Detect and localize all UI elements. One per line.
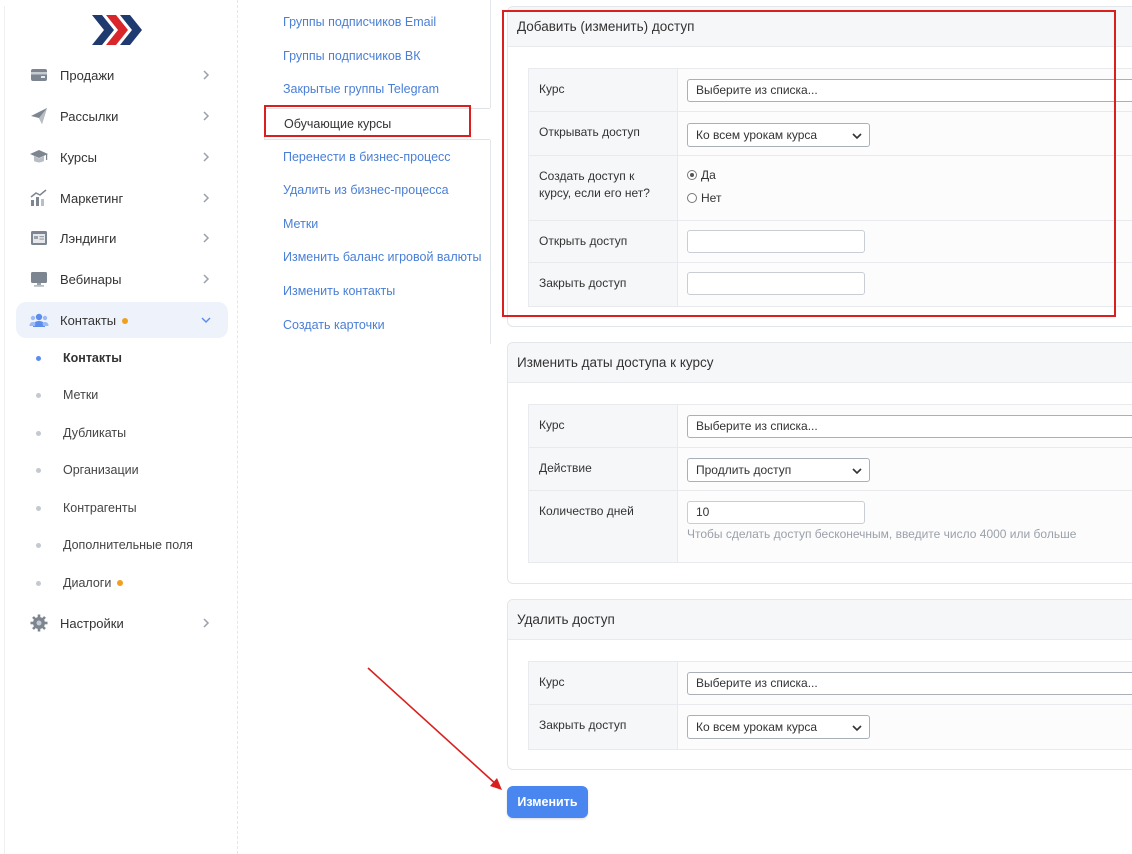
sidebar-item-contacts[interactable]: Контакты: [16, 302, 228, 338]
panel-title: Удалить доступ: [508, 600, 1132, 640]
sidebar-item-sales[interactable]: Продажи: [16, 57, 228, 93]
bullet-icon: [36, 542, 41, 548]
days-input[interactable]: 10: [687, 501, 865, 524]
form-row: Действие Продлить доступ: [529, 448, 1132, 491]
landing-page-icon: [29, 228, 49, 248]
monitor-icon: [29, 269, 49, 289]
chevron-right-icon: [203, 152, 210, 162]
sidebar-item-label: Маркетинг: [60, 190, 124, 206]
sidebar-item-marketing[interactable]: Маркетинг: [16, 180, 228, 216]
field-label: Курс: [529, 662, 678, 704]
subitem-duplicates[interactable]: Дубликаты: [36, 423, 126, 443]
sidebar-item-label: Продажи: [60, 67, 115, 83]
chevron-right-icon: [203, 111, 210, 121]
annotation-highlight-link: [264, 105, 471, 137]
users-icon: [29, 310, 49, 330]
subitem-counterparties[interactable]: Контрагенты: [36, 498, 137, 518]
divider: [490, 140, 491, 344]
bullet-icon: [36, 392, 41, 398]
wallet-icon: [29, 65, 49, 85]
link-game-currency[interactable]: Изменить баланс игровой валюты: [283, 250, 481, 264]
chevron-right-icon: [203, 274, 210, 284]
sidebar-item-landings[interactable]: Лэндинги: [16, 220, 228, 256]
field-label: Закрыть доступ: [529, 705, 678, 749]
form-row: Курс Выберите из списка...: [529, 662, 1132, 705]
chevron-right-icon: [203, 193, 210, 203]
course-select[interactable]: Выберите из списка...: [687, 415, 1132, 438]
link-remove-from-process[interactable]: Удалить из бизнес-процесса: [283, 183, 449, 197]
graduation-cap-icon: [29, 147, 49, 167]
gear-icon: [29, 613, 49, 633]
bullet-icon: [36, 467, 41, 473]
link-edit-contacts[interactable]: Изменить контакты: [283, 284, 395, 298]
field-label: Действие: [529, 448, 678, 490]
bullet-icon: [36, 430, 41, 436]
form-row: Курс Выберите из списка...: [529, 405, 1132, 448]
subitem-dialogs[interactable]: Диалоги: [36, 573, 124, 593]
change-dates-form: Курс Выберите из списка... Действие Прод…: [528, 404, 1132, 563]
change-dates-panel: Изменить даты доступа к курсу Курс Выбер…: [507, 342, 1132, 584]
link-create-cards[interactable]: Создать карточки: [283, 318, 385, 332]
chevron-right-icon: [203, 233, 210, 243]
bullet-icon: [36, 355, 41, 361]
sidebar-item-courses[interactable]: Курсы: [16, 139, 228, 175]
sidebar-item-mailings[interactable]: Рассылки: [16, 98, 228, 134]
sidebar-item-label: Рассылки: [60, 108, 119, 124]
chevron-right-icon: [203, 618, 210, 628]
link-move-to-process[interactable]: Перенести в бизнес-процесс: [283, 150, 451, 164]
action-select[interactable]: Продлить доступ: [687, 458, 870, 482]
link-telegram-groups[interactable]: Закрытые группы Telegram: [283, 82, 439, 96]
link-email-groups[interactable]: Группы подписчиков Email: [283, 15, 436, 29]
sidebar-item-label: Настройки: [60, 615, 124, 631]
sidebar-item-webinars[interactable]: Вебинары: [16, 261, 228, 297]
link-tags[interactable]: Метки: [283, 217, 318, 231]
field-label: Количество дней: [529, 491, 678, 562]
annotation-highlight-panel: [502, 10, 1116, 317]
paper-plane-icon: [29, 106, 49, 126]
panel-title: Изменить даты доступа к курсу: [508, 343, 1132, 383]
sidebar-item-label: Контакты: [60, 313, 129, 328]
days-hint: Чтобы сделать доступ бесконечным, введит…: [687, 527, 1077, 541]
remove-access-panel: Удалить доступ Курс Выберите из списка..…: [507, 599, 1132, 770]
subitem-contacts[interactable]: Контакты: [36, 348, 122, 368]
chevron-down-icon: [852, 725, 862, 732]
field-label: Курс: [529, 405, 678, 447]
sidebar-item-label: Курсы: [60, 149, 98, 165]
form-row: Закрыть доступ Ко всем урокам курса: [529, 705, 1132, 749]
subitem-tags[interactable]: Метки: [36, 385, 98, 405]
sidebar-item-label: Вебинары: [60, 271, 122, 287]
bullet-icon: [36, 505, 41, 511]
subitem-organizations[interactable]: Организации: [36, 460, 139, 480]
logo-icon[interactable]: [92, 13, 144, 47]
remove-access-form: Курс Выберите из списка... Закрыть досту…: [528, 661, 1132, 750]
divider: [490, 0, 491, 108]
subitem-extra-fields[interactable]: Дополнительные поля: [36, 535, 193, 555]
sidebar: Продажи Рассылки Курсы Маркетинг Лэндинг…: [0, 0, 238, 854]
growth-chart-icon: [29, 188, 49, 208]
link-vk-groups[interactable]: Группы подписчиков ВК: [283, 49, 421, 63]
notification-dot: [117, 580, 124, 586]
close-access-select[interactable]: Ко всем урокам курса: [687, 715, 870, 739]
chevron-down-icon: [201, 317, 211, 324]
chevron-right-icon: [203, 70, 210, 80]
submit-button[interactable]: Изменить: [507, 786, 588, 818]
bullet-icon: [36, 580, 41, 586]
course-select[interactable]: Выберите из списка...: [687, 672, 1132, 695]
sidebar-item-settings[interactable]: Настройки: [16, 605, 228, 641]
notification-dot: [122, 318, 129, 325]
sidebar-edge: [4, 6, 5, 854]
chevron-down-icon: [852, 468, 862, 475]
annotation-arrow-icon: [367, 667, 502, 790]
sidebar-item-label: Лэндинги: [60, 230, 117, 246]
form-row: Количество дней 10 Чтобы сделать доступ …: [529, 491, 1132, 562]
